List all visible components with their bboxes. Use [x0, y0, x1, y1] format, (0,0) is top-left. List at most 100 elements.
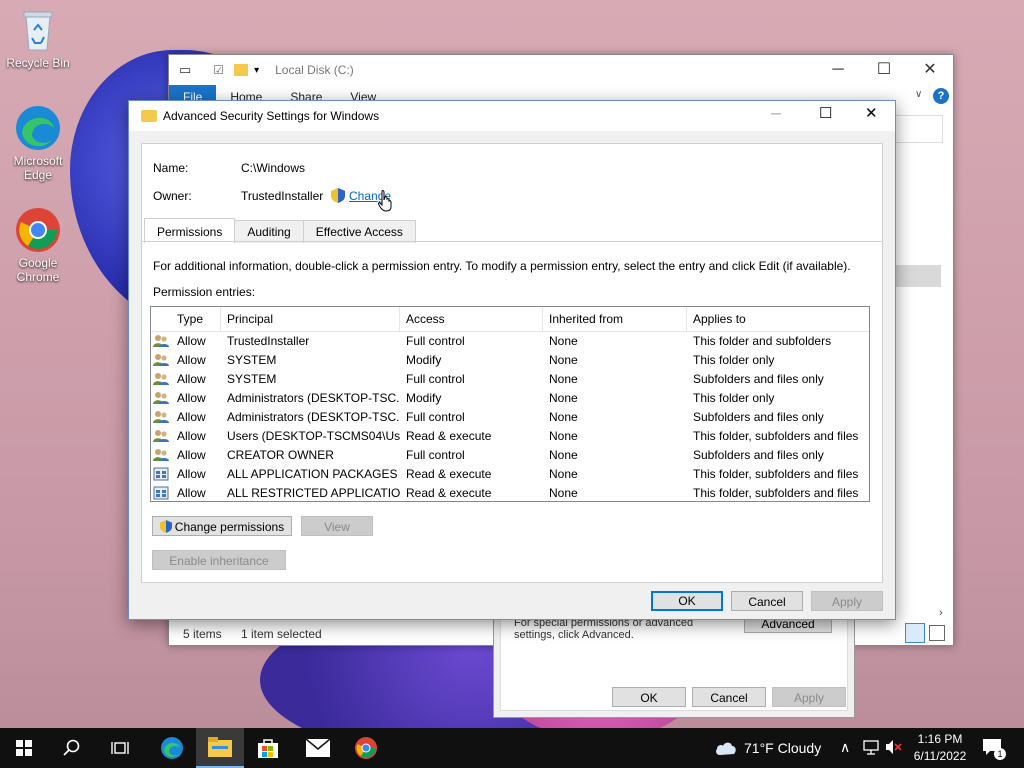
table-row[interactable]: Allow Administrators (DESKTOP-TSC... Full …	[151, 408, 869, 427]
folder-icon[interactable]	[234, 64, 249, 76]
dialog-content-panel: Name: C:\Windows Owner: TrustedInstaller…	[141, 143, 883, 583]
properties-ok-button[interactable]: OK	[612, 687, 686, 707]
desktop-icon-edge[interactable]: Microsoft Edge	[0, 104, 76, 182]
edge-icon[interactable]	[148, 728, 196, 768]
cell-type: Allow	[177, 410, 206, 424]
clock-date[interactable]: 6/11/2022	[912, 749, 968, 763]
ok-button[interactable]: OK	[651, 591, 723, 611]
cell-inherited-from: None	[549, 486, 578, 500]
recycle-bin-icon	[14, 6, 62, 54]
close-icon[interactable]: ✕	[907, 55, 953, 85]
quick-access-dropdown-icon[interactable]: ▾	[254, 65, 259, 76]
scroll-right-icon[interactable]: ›	[939, 607, 943, 619]
owner-label: Owner:	[153, 189, 192, 203]
notification-count-badge: 1	[994, 748, 1006, 760]
chrome-icon[interactable]	[342, 728, 390, 768]
desktop-icon-label: Microsoft Edge	[13, 154, 63, 182]
view-button[interactable]: View	[301, 516, 373, 536]
maximize-icon[interactable]: ☐	[861, 55, 907, 85]
uac-shield-icon	[331, 188, 345, 206]
list-body: Allow TrustedInstaller Full control None Thi…	[151, 332, 869, 501]
tab-permissions[interactable]: Permissions	[144, 218, 236, 243]
chrome-icon	[14, 206, 62, 254]
column-header-principal[interactable]: Principal	[221, 307, 400, 331]
chevron-up-icon[interactable]: ∧	[840, 739, 850, 756]
cloud-icon[interactable]	[714, 738, 738, 759]
change-permissions-label: Change permissions	[174, 520, 285, 534]
user-group-icon	[153, 353, 169, 367]
tab-auditing[interactable]: Auditing	[234, 220, 304, 243]
cell-applies-to: This folder, subfolders and files	[693, 429, 859, 443]
cell-access: Modify	[406, 391, 442, 405]
details-view-icon[interactable]	[905, 623, 925, 643]
table-row[interactable]: Allow TrustedInstaller Full control None Thi…	[151, 332, 869, 351]
minimize-icon: ─	[771, 105, 781, 121]
cell-access: Read & execute	[406, 467, 492, 481]
column-header-inherited-from[interactable]: Inherited from	[543, 307, 687, 331]
store-icon[interactable]	[244, 728, 292, 768]
properties-cancel-button[interactable]: Cancel	[692, 687, 766, 707]
cell-type: Allow	[177, 334, 206, 348]
desktop-icon-recycle-bin[interactable]: Recycle Bin	[0, 6, 76, 70]
search-icon[interactable]	[48, 728, 96, 768]
table-row[interactable]: Allow Users (DESKTOP-TSCMS04\Us... Read & …	[151, 427, 869, 446]
desktop-icon-chrome[interactable]: Google Chrome	[0, 206, 76, 284]
explorer-drive-icon: ▭	[179, 62, 192, 77]
cell-inherited-from: None	[549, 410, 578, 424]
help-icon[interactable]: ?	[933, 88, 949, 104]
maximize-icon[interactable]: ☐	[819, 104, 832, 122]
network-icon[interactable]	[862, 738, 880, 759]
tab-effective-access[interactable]: Effective Access	[302, 220, 416, 243]
properties-icon[interactable]: ☑	[213, 63, 224, 77]
cell-inherited-from: None	[549, 429, 578, 443]
weather-text[interactable]: 71°F Cloudy	[744, 740, 821, 756]
enable-inheritance-button[interactable]: Enable inheritance	[152, 550, 286, 570]
mail-icon[interactable]	[294, 728, 342, 768]
table-row[interactable]: Allow ALL APPLICATION PACKAGES Read & exec…	[151, 465, 869, 484]
cancel-button[interactable]: Cancel	[731, 591, 803, 611]
table-row[interactable]: Allow CREATOR OWNER Full control None Subfol…	[151, 446, 869, 465]
volume-muted-icon[interactable]	[884, 738, 902, 759]
cell-principal: ALL APPLICATION PACKAGES	[227, 467, 398, 481]
properties-apply-button[interactable]: Apply	[772, 687, 846, 707]
table-row[interactable]: Allow SYSTEM Modify None This folder only	[151, 351, 869, 370]
list-header: Type Principal Access Inherited from App…	[151, 307, 869, 332]
minimize-icon[interactable]: ─	[815, 55, 861, 85]
cell-applies-to: This folder, subfolders and files	[693, 486, 859, 500]
cell-type: Allow	[177, 353, 206, 367]
cell-inherited-from: None	[549, 334, 578, 348]
file-explorer-taskbar-icon[interactable]	[196, 728, 244, 768]
start-windows-icon[interactable]	[0, 728, 48, 768]
user-group-icon	[153, 391, 169, 405]
cell-type: Allow	[177, 448, 206, 462]
cell-type: Allow	[177, 391, 206, 405]
column-header-applies-to[interactable]: Applies to	[687, 307, 867, 331]
user-group-icon	[153, 410, 169, 424]
table-row[interactable]: Allow ALL RESTRICTED APPLICATIO... Read & …	[151, 484, 869, 501]
name-value: C:\Windows	[241, 161, 306, 175]
cell-inherited-from: None	[549, 448, 578, 462]
table-row[interactable]: Allow Administrators (DESKTOP-TSC... Modif…	[151, 389, 869, 408]
cell-access: Full control	[406, 334, 465, 348]
permission-entries-label: Permission entries:	[153, 285, 256, 299]
column-header-access[interactable]: Access	[400, 307, 543, 331]
permission-entries-list[interactable]: Type Principal Access Inherited from App…	[150, 306, 870, 502]
close-icon[interactable]: ✕	[865, 104, 878, 122]
column-header-type[interactable]: Type	[171, 307, 221, 331]
clock-time[interactable]: 1:16 PM	[912, 732, 968, 746]
desktop-icon-label: Google Chrome	[16, 256, 60, 284]
search-box[interactable]	[895, 115, 943, 143]
cell-principal: TrustedInstaller	[227, 334, 310, 348]
table-row[interactable]: Allow SYSTEM Full control None Subfolders an…	[151, 370, 869, 389]
apply-button[interactable]: Apply	[811, 591, 883, 611]
package-icon	[153, 486, 169, 500]
change-permissions-button[interactable]: Change permissions	[152, 516, 292, 536]
task-view-icon[interactable]	[96, 728, 144, 768]
cell-inherited-from: None	[549, 353, 578, 367]
ribbon-expand-icon[interactable]: ∨	[915, 89, 922, 100]
large-icons-view-icon[interactable]	[929, 625, 945, 641]
cell-applies-to: This folder and subfolders	[693, 334, 832, 348]
cell-principal: ALL RESTRICTED APPLICATIO...	[227, 486, 400, 500]
desktop-icon-label: Recycle Bin	[6, 56, 70, 70]
info-text: For additional information, double-click…	[153, 259, 851, 273]
